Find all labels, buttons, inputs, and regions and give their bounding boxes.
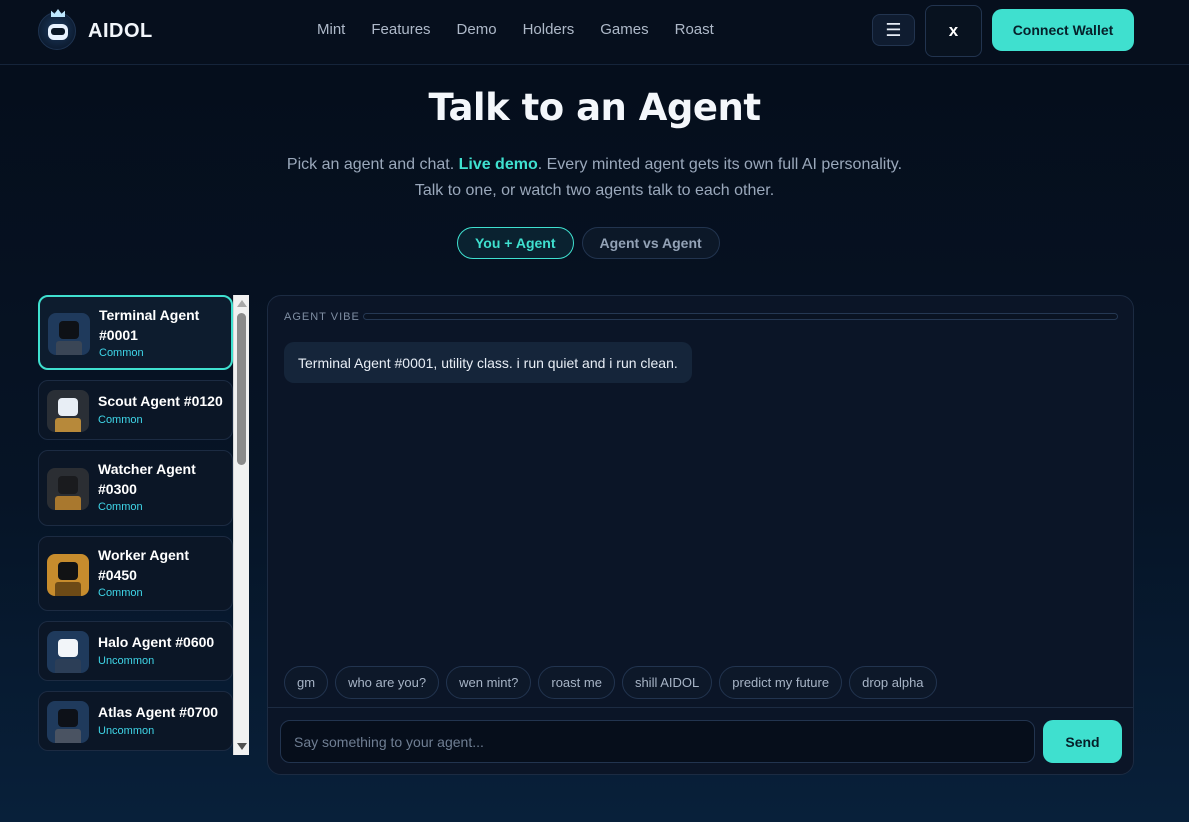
- chat-message-input[interactable]: [280, 720, 1035, 763]
- agent-rarity: Common: [98, 414, 143, 426]
- agent-name: Terminal Agent #0001: [99, 307, 200, 343]
- agent-list[interactable]: Terminal Agent #0001 Common Scout Agent #0…: [38, 295, 234, 755]
- chip-wen-mint[interactable]: wen mint?: [446, 666, 532, 699]
- agent-card[interactable]: Worker Agent #0450 Common: [38, 536, 233, 611]
- agent-avatar: [48, 312, 90, 355]
- brand-name: AIDOL: [88, 19, 153, 42]
- page-title: Talk to an Agent: [428, 86, 761, 129]
- nav-item-features[interactable]: Features: [371, 21, 430, 38]
- live-demo-highlight: Live demo: [458, 156, 538, 173]
- scroll-up-arrow-icon[interactable]: [237, 300, 247, 307]
- nav-item-holders[interactable]: Holders: [523, 21, 575, 38]
- chip-roast-me[interactable]: roast me: [538, 666, 615, 699]
- mode-toggle: You + Agent Agent vs Agent: [457, 227, 720, 259]
- agent-avatar: [47, 631, 89, 673]
- agent-card[interactable]: Halo Agent #0600 Uncommon: [38, 621, 233, 681]
- connect-wallet-button[interactable]: Connect Wallet: [992, 9, 1134, 51]
- x-logo-icon: x: [948, 21, 959, 40]
- top-navigation-bar: AIDOL Mint Features Demo Holders Games R…: [0, 0, 1189, 65]
- mode-agent-vs-agent[interactable]: Agent vs Agent: [581, 227, 720, 259]
- agent-avatar: [47, 553, 89, 596]
- chat-panel: AGENT VIBE Terminal Agent #0001, utility…: [267, 295, 1134, 775]
- subtitle-text-start: Pick an agent and chat.: [286, 156, 459, 173]
- agent-rarity: Common: [98, 501, 143, 513]
- nav-item-games[interactable]: Games: [600, 21, 648, 38]
- agent-rarity: Uncommon: [98, 725, 155, 737]
- chip-shill-aidol[interactable]: shill AIDOL: [621, 666, 713, 699]
- agent-card[interactable]: Scout Agent #0120 Common: [38, 380, 233, 440]
- agent-card[interactable]: Atlas Agent #0700 Uncommon: [38, 691, 233, 751]
- agent-avatar: [47, 701, 89, 743]
- agent-vibe-label: AGENT VIBE: [284, 311, 360, 323]
- agent-rarity: Common: [99, 347, 144, 359]
- chip-predict-my-future[interactable]: predict my future: [719, 666, 843, 699]
- agent-rarity: Uncommon: [98, 655, 155, 667]
- subtitle-second-line: Talk to one, or watch two agents talk to…: [414, 182, 775, 199]
- agent-name: Scout Agent #0120: [98, 393, 223, 409]
- chip-who-are-you[interactable]: who are you?: [335, 666, 440, 699]
- mode-you-plus-agent[interactable]: You + Agent: [457, 227, 574, 259]
- agent-card[interactable]: Terminal Agent #0001 Common: [38, 295, 233, 370]
- nav-item-demo[interactable]: Demo: [457, 21, 497, 38]
- chat-divider: [268, 707, 1133, 708]
- chip-drop-alpha[interactable]: drop alpha: [849, 666, 937, 699]
- quick-prompt-chips: gm who are you? wen mint? roast me shill…: [284, 666, 937, 699]
- agent-name: Atlas Agent #0700: [98, 704, 219, 720]
- agent-name: Watcher Agent #0300: [98, 461, 196, 497]
- chip-gm[interactable]: gm: [284, 666, 329, 699]
- scroll-thumb[interactable]: [237, 313, 246, 465]
- agent-message-bubble: Terminal Agent #0001, utility class. i r…: [284, 342, 692, 383]
- subtitle-text-end: . Every minted agent gets its own full A…: [537, 156, 903, 173]
- agent-vibe-meter: [363, 313, 1118, 320]
- page-subtitle: Pick an agent and chat. Live demo. Every…: [0, 152, 1189, 204]
- x-social-button[interactable]: x: [925, 5, 982, 57]
- agent-avatar: [47, 390, 89, 432]
- nav-item-mint[interactable]: Mint: [317, 21, 345, 38]
- brand[interactable]: AIDOL: [38, 9, 153, 50]
- agent-card[interactable]: Watcher Agent #0300 Common: [38, 450, 233, 526]
- agent-avatar: [47, 468, 89, 510]
- robot-logo-icon: [38, 9, 76, 50]
- agent-name: Worker Agent #0450: [98, 547, 190, 583]
- main-nav: Mint Features Demo Holders Games Roast: [317, 21, 714, 38]
- scroll-down-arrow-icon[interactable]: [237, 743, 247, 750]
- hamburger-menu-icon: ☰: [885, 19, 902, 41]
- agent-name: Halo Agent #0600: [98, 634, 215, 650]
- nav-item-roast[interactable]: Roast: [675, 21, 714, 38]
- send-button[interactable]: Send: [1043, 720, 1122, 763]
- agent-rarity: Common: [98, 587, 143, 599]
- agent-list-scrollbar[interactable]: [233, 295, 249, 755]
- menu-button[interactable]: ☰: [872, 14, 915, 46]
